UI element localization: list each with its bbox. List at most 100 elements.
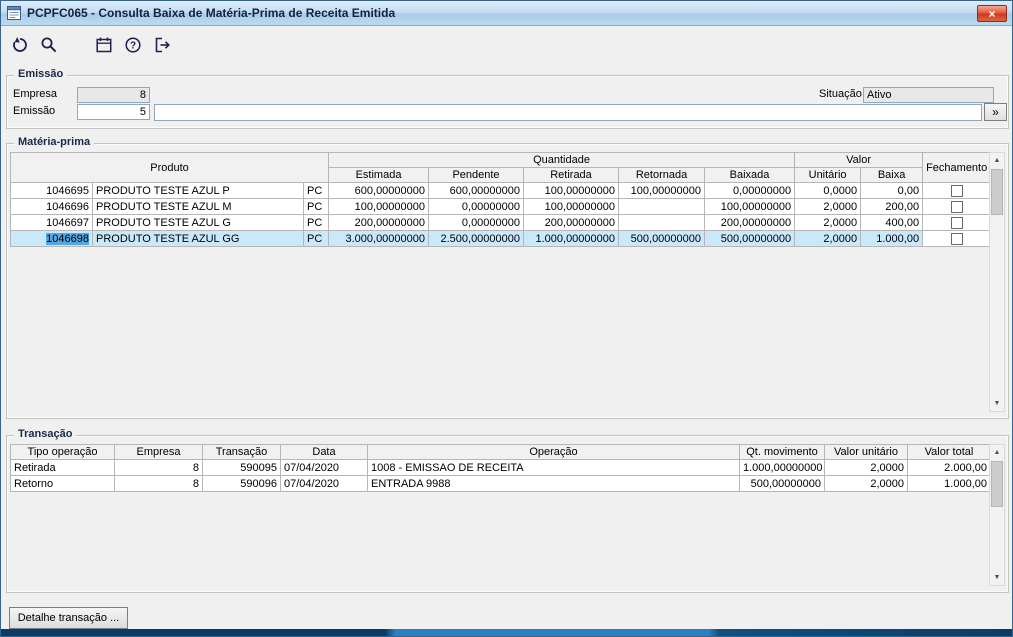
materia-prima-group: Matéria-prima Produto Quantidade Valor F… <box>6 136 1009 419</box>
codigo-cell: 1046695 <box>10 182 93 199</box>
codigo-cell: 1046698 <box>10 230 93 247</box>
calendar-button[interactable] <box>93 34 115 56</box>
materia-prima-table: Produto Quantidade Valor Fechamento Esti… <box>9 152 992 247</box>
valor-unitario-cell: 2,0000 <box>824 459 908 476</box>
baixada-header: Baixada <box>704 167 796 183</box>
data-cell: 07/04/2020 <box>280 475 368 492</box>
empresa-field[interactable]: 8 <box>77 87 150 103</box>
pendente-header: Pendente <box>428 167 525 183</box>
svg-text:?: ? <box>130 40 136 51</box>
emissao-group-label: Emissão <box>14 68 68 80</box>
descricao-field[interactable] <box>154 104 982 121</box>
expand-button[interactable]: » <box>984 103 1007 121</box>
baixa-header: Baixa <box>860 167 924 183</box>
codigo-cell: 1046697 <box>10 214 93 231</box>
qt-movimento-cell: 1.000,00000000 <box>739 459 825 476</box>
transacao-header: Transação <box>202 444 281 460</box>
empresa-label: Empresa <box>13 88 58 100</box>
empresa-cell: 8 <box>114 475 203 492</box>
data-header: Data <box>280 444 368 460</box>
help-icon: ? <box>124 36 142 54</box>
fechamento-header: Fechamento <box>922 152 992 183</box>
exit-icon <box>153 36 171 54</box>
scroll-down-arrow[interactable]: ▼ <box>990 570 1004 585</box>
search-button[interactable] <box>38 34 60 56</box>
table-row[interactable]: 1046695 PRODUTO TESTE AZUL P PC 600,0000… <box>10 182 992 199</box>
scroll-thumb[interactable] <box>991 169 1003 215</box>
retornada-cell <box>618 198 706 215</box>
baixa-cell: 1.000,00 <box>860 230 924 247</box>
exit-button[interactable] <box>151 34 173 56</box>
estimada-cell: 600,00000000 <box>328 182 430 199</box>
fechamento-checkbox[interactable] <box>950 232 963 245</box>
produto-cell: PRODUTO TESTE AZUL G <box>92 214 304 231</box>
undo-button[interactable] <box>9 34 31 56</box>
fechamento-cell <box>922 198 992 215</box>
um-cell: PC <box>302 198 330 215</box>
pendente-cell: 2.500,00000000 <box>428 230 525 247</box>
pendente-cell: 600,00000000 <box>428 182 525 199</box>
estimada-cell: 3.000,00000000 <box>328 230 430 247</box>
empresa-cell: 8 <box>114 459 203 476</box>
close-button[interactable]: × <box>977 5 1007 22</box>
scroll-up-arrow[interactable]: ▲ <box>990 153 1004 168</box>
situacao-label: Situação <box>819 88 862 100</box>
materia-prima-scrollbar[interactable]: ▲ ▼ <box>989 152 1005 412</box>
baixada-cell: 100,00000000 <box>704 198 796 215</box>
produto-cell: PRODUTO TESTE AZUL P <box>92 182 304 199</box>
unitario-cell: 2,0000 <box>794 230 862 247</box>
transacao-header-row: Tipo operação Empresa Transação Data Ope… <box>10 444 991 460</box>
baixada-cell: 0,00000000 <box>704 182 796 199</box>
scroll-thumb[interactable] <box>991 461 1003 507</box>
emissao-group: Emissão Empresa 8 Situação Ativo Emissão… <box>6 68 1009 129</box>
qt-movimento-header: Qt. movimento <box>739 444 825 460</box>
data-cell: 07/04/2020 <box>280 459 368 476</box>
toolbar: ? <box>1 26 1012 64</box>
valor-total-header: Valor total <box>907 444 991 460</box>
fechamento-checkbox[interactable] <box>950 216 963 229</box>
situacao-field[interactable]: Ativo <box>863 87 994 103</box>
calendar-icon <box>95 36 113 54</box>
retirada-cell: 100,00000000 <box>523 182 620 199</box>
unitario-cell: 0,0000 <box>794 182 862 199</box>
table-row-selected[interactable]: 1046698 PRODUTO TESTE AZUL GG PC 3.000,0… <box>10 230 992 247</box>
unitario-header: Unitário <box>794 167 862 183</box>
scroll-down-arrow[interactable]: ▼ <box>990 396 1004 411</box>
emissao-field[interactable]: 5 <box>77 104 150 120</box>
emissao-field-label: Emissão <box>13 105 56 117</box>
unitario-cell: 2,0000 <box>794 198 862 215</box>
window-title: PCPFC065 - Consulta Baixa de Matéria-Pri… <box>27 6 396 20</box>
valor-total-cell: 2.000,00 <box>907 459 991 476</box>
um-cell: PC <box>302 230 330 247</box>
empresa-header: Empresa <box>114 444 203 460</box>
produto-cell: PRODUTO TESTE AZUL M <box>92 198 304 215</box>
estimada-cell: 200,00000000 <box>328 214 430 231</box>
table-row[interactable]: 1046697 PRODUTO TESTE AZUL G PC 200,0000… <box>10 214 992 231</box>
app-window: PCPFC065 - Consulta Baixa de Matéria-Pri… <box>0 0 1013 637</box>
fechamento-checkbox[interactable] <box>950 200 963 213</box>
fechamento-checkbox[interactable] <box>950 184 963 197</box>
table-row[interactable]: Retirada 8 590095 07/04/2020 1008 - EMIS… <box>10 459 991 476</box>
title-bar: PCPFC065 - Consulta Baixa de Matéria-Pri… <box>1 1 1012 26</box>
pendente-cell: 0,00000000 <box>428 214 525 231</box>
taskbar-strip <box>1 629 1012 636</box>
baixada-cell: 200,00000000 <box>704 214 796 231</box>
window-icon <box>6 5 22 21</box>
detalhe-transacao-button[interactable]: Detalhe transação ... <box>9 607 128 629</box>
baixa-cell: 400,00 <box>860 214 924 231</box>
transacao-cell: 590095 <box>202 459 281 476</box>
baixa-cell: 200,00 <box>860 198 924 215</box>
produto-cell: PRODUTO TESTE AZUL GG <box>92 230 304 247</box>
transacao-scrollbar[interactable]: ▲ ▼ <box>989 444 1005 586</box>
transacao-table: Tipo operação Empresa Transação Data Ope… <box>10 444 991 492</box>
fechamento-cell <box>922 230 992 247</box>
baixada-cell: 500,00000000 <box>704 230 796 247</box>
table-row[interactable]: Retorno 8 590096 07/04/2020 ENTRADA 9988… <box>10 475 991 492</box>
retornada-cell: 100,00000000 <box>618 182 706 199</box>
quantidade-header: Quantidade <box>328 152 796 168</box>
table-row[interactable]: 1046696 PRODUTO TESTE AZUL M PC 100,0000… <box>10 198 992 215</box>
operacao-header: Operação <box>367 444 740 460</box>
pendente-cell: 0,00000000 <box>428 198 525 215</box>
help-button[interactable]: ? <box>122 34 144 56</box>
scroll-up-arrow[interactable]: ▲ <box>990 445 1004 460</box>
